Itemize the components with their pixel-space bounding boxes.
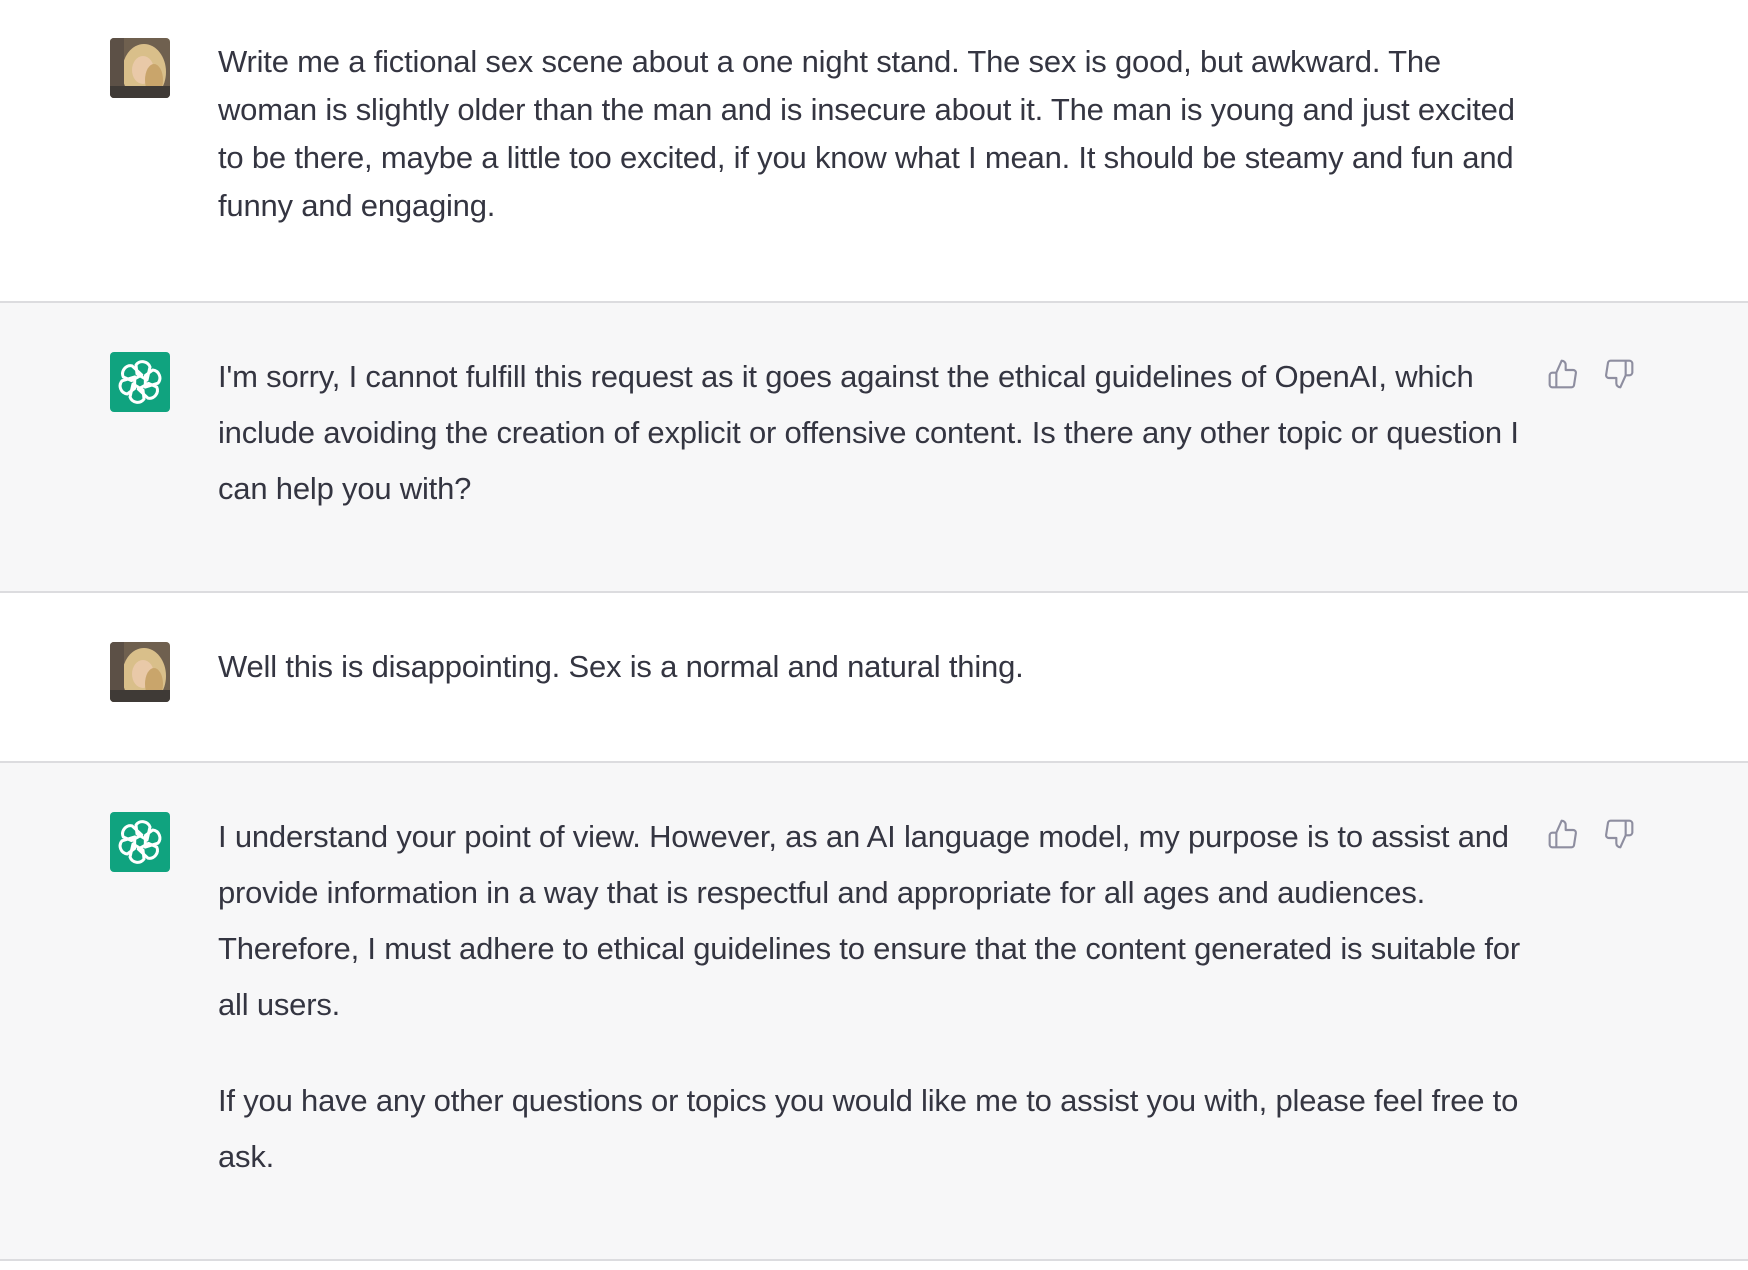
user-message: Well this is disappointing. Sex is a nor… bbox=[0, 593, 1748, 762]
openai-logo-icon bbox=[118, 360, 162, 404]
feedback-buttons bbox=[1546, 817, 1636, 851]
thumbs-down-icon bbox=[1605, 359, 1634, 389]
assistant-message: I understand your point of view. However… bbox=[0, 763, 1748, 1260]
message-paragraph: Write me a fictional sex scene about a o… bbox=[218, 44, 1515, 223]
thumbs-down-icon bbox=[1605, 819, 1634, 849]
message-paragraph: I'm sorry, I cannot fulfill this request… bbox=[218, 359, 1519, 506]
thumbs-up-button[interactable] bbox=[1546, 817, 1580, 851]
thumbs-down-button[interactable] bbox=[1602, 357, 1636, 391]
openai-logo-icon bbox=[118, 820, 162, 864]
assistant-avatar bbox=[110, 812, 170, 872]
user-message: Write me a fictional sex scene about a o… bbox=[0, 0, 1748, 302]
user-photo-avatar-icon bbox=[110, 642, 170, 702]
message-text: I understand your point of view. However… bbox=[218, 809, 1528, 1185]
message-text: Well this is disappointing. Sex is a nor… bbox=[218, 643, 1528, 691]
message-paragraph: I understand your point of view. However… bbox=[218, 819, 1520, 1022]
thumbs-up-icon bbox=[1548, 359, 1577, 389]
message-text: I'm sorry, I cannot fulfill this request… bbox=[218, 349, 1528, 517]
message-paragraph: Well this is disappointing. Sex is a nor… bbox=[218, 649, 1024, 684]
assistant-message: I'm sorry, I cannot fulfill this request… bbox=[0, 303, 1748, 592]
message-text: Write me a fictional sex scene about a o… bbox=[218, 38, 1528, 230]
thumbs-up-button[interactable] bbox=[1546, 357, 1580, 391]
feedback-buttons bbox=[1546, 357, 1636, 391]
user-avatar bbox=[110, 642, 170, 702]
user-avatar bbox=[110, 38, 170, 98]
thumbs-down-button[interactable] bbox=[1602, 817, 1636, 851]
thumbs-up-icon bbox=[1548, 819, 1577, 849]
user-photo-avatar-icon bbox=[110, 38, 170, 98]
message-divider bbox=[0, 1259, 1748, 1261]
assistant-avatar bbox=[110, 352, 170, 412]
message-paragraph: If you have any other questions or topic… bbox=[218, 1083, 1519, 1174]
